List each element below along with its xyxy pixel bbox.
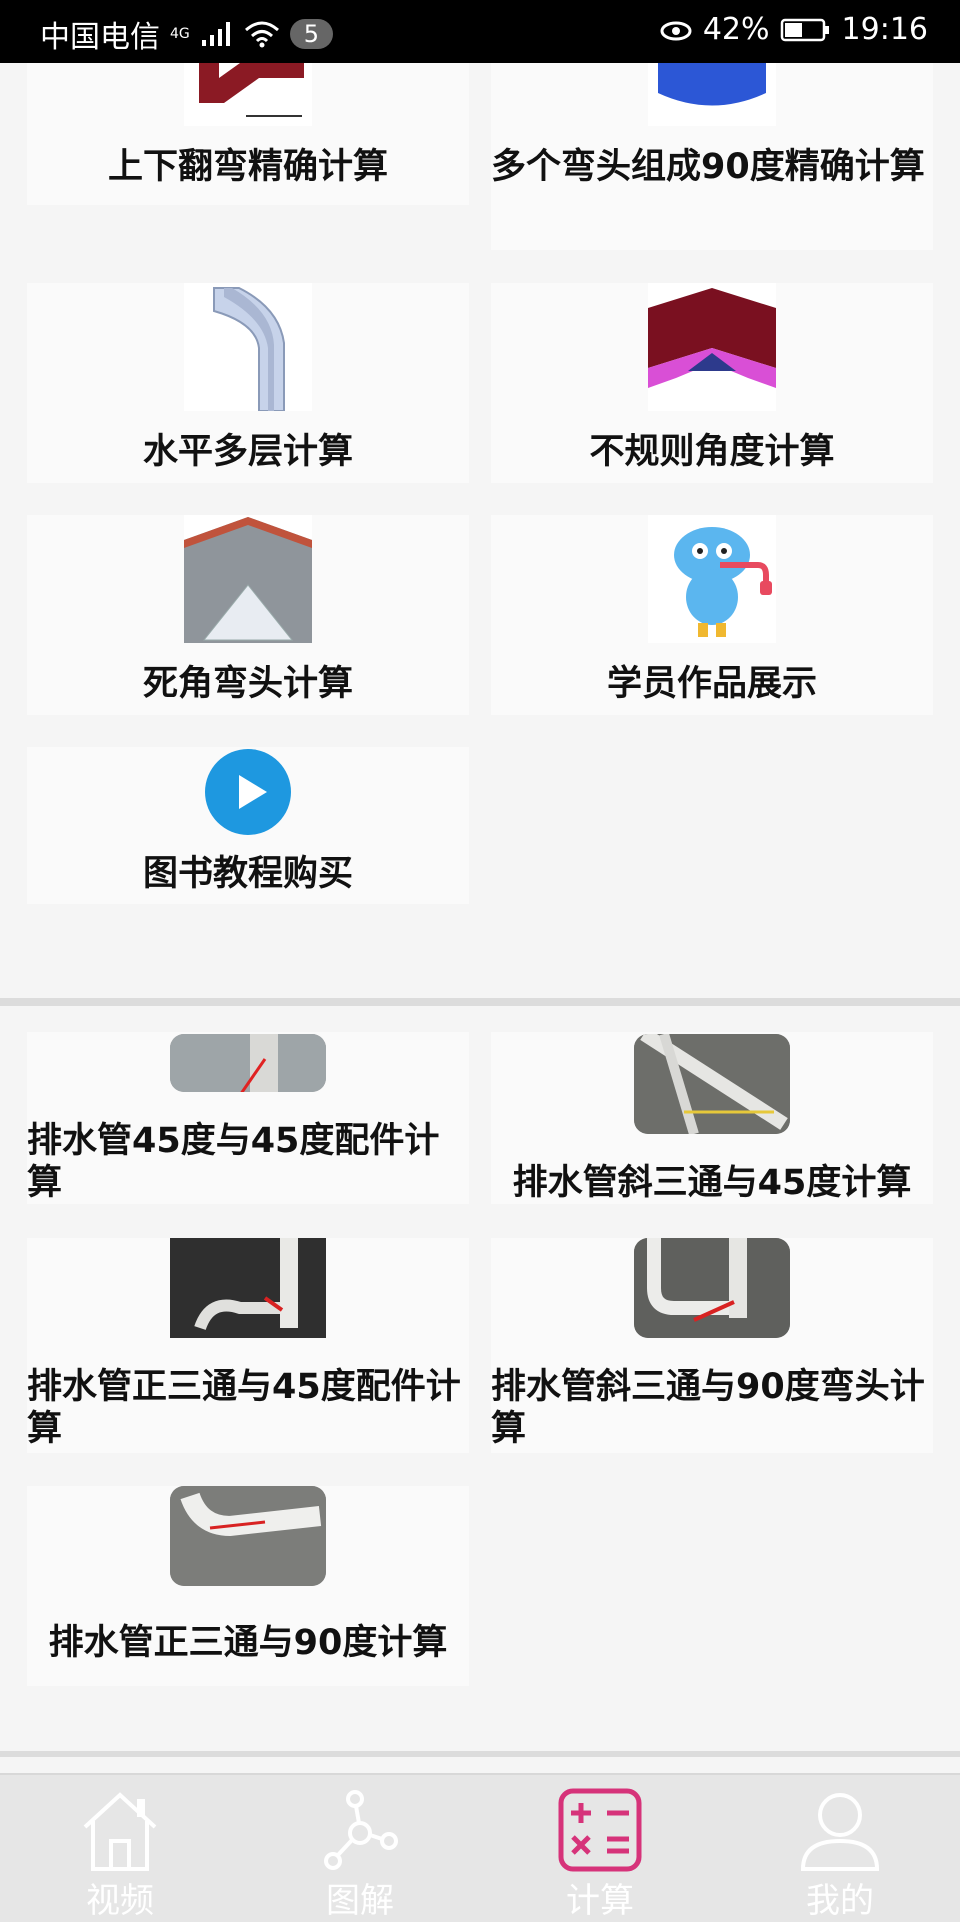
card-drain-tee-45[interactable]: 排水管正三通与45度配件计算 <box>27 1238 469 1453</box>
card-title: 水平多层计算 <box>142 432 353 472</box>
pipe-photo-3 <box>170 1238 326 1338</box>
student-mascot-icon <box>648 515 776 643</box>
card-title: 排水管正三通与45度配件计算 <box>27 1367 461 1449</box>
card-title: 学员作品展示 <box>606 664 817 704</box>
nav-mine[interactable]: 我的 <box>720 1775 960 1922</box>
card-multi-elbow[interactable]: 多个弯头组成90度精确计算 <box>491 63 933 250</box>
carrier-label: 中国电信 <box>40 20 160 55</box>
card-title: 上下翻弯精确计算 <box>107 147 388 187</box>
nav-label: 我的 <box>806 1881 874 1921</box>
battery-icon <box>780 18 829 41</box>
user-icon <box>800 1793 880 1871</box>
battery-percent: 42% <box>702 12 770 47</box>
diagram-icon <box>324 1790 398 1870</box>
calculation-list[interactable]: 上下翻弯精确计算 多个弯头组成90度精确计算 水平多层计算 不规则角度计算 死角… <box>0 63 960 1773</box>
play-icon <box>205 749 291 835</box>
card-title: 排水管正三通与90度计算 <box>48 1623 448 1663</box>
irregular-angle-diagram-icon <box>648 283 776 411</box>
nav-calculate[interactable]: 计算 <box>480 1775 720 1922</box>
card-dead-angle-elbow[interactable]: 死角弯头计算 <box>27 515 469 715</box>
bottom-navigation: 视频 图解 计算 我的 <box>0 1773 960 1922</box>
card-title: 死角弯头计算 <box>142 664 353 704</box>
card-title: 不规则角度计算 <box>589 432 835 472</box>
card-title: 排水管斜三通与90度弯头计算 <box>491 1367 925 1449</box>
card-title: 排水管45度与45度配件计算 <box>27 1121 440 1203</box>
dead-angle-elbow-diagram-icon <box>184 515 312 643</box>
section-divider <box>0 1751 960 1757</box>
offset-bend-diagram-icon <box>184 63 312 126</box>
horizontal-multilayer-diagram-icon <box>184 283 312 411</box>
card-student-works[interactable]: 学员作品展示 <box>491 515 933 715</box>
nav-label: 视频 <box>86 1881 154 1921</box>
calculator-icon <box>558 1788 642 1872</box>
pipe-photo-5 <box>170 1486 326 1586</box>
status-bar: 中国电信 4G 5 42% 19:16 <box>0 0 960 63</box>
eye-comfort-icon <box>660 21 692 40</box>
pipe-photo-1 <box>170 1034 326 1092</box>
card-drain-wye-45[interactable]: 排水管斜三通与45度计算 <box>491 1032 933 1204</box>
card-drain-tee-90[interactable]: 排水管正三通与90度计算 <box>27 1486 469 1686</box>
card-book-tutorial-purchase[interactable]: 图书教程购买 <box>27 747 469 904</box>
card-drain-wye-90[interactable]: 排水管斜三通与90度弯头计算 <box>491 1238 933 1453</box>
wifi-icon <box>244 21 279 48</box>
card-title: 排水管斜三通与45度计算 <box>512 1163 912 1203</box>
home-icon <box>83 1792 157 1871</box>
section-divider <box>0 998 960 1006</box>
signal-icon <box>201 22 230 46</box>
pipe-photo-2 <box>634 1034 790 1134</box>
play-icon-wrap <box>205 747 291 837</box>
card-title: 多个弯头组成90度精确计算 <box>491 147 925 187</box>
nav-label: 计算 <box>566 1881 634 1921</box>
nav-video[interactable]: 视频 <box>0 1775 240 1922</box>
card-irregular-angle[interactable]: 不规则角度计算 <box>491 283 933 483</box>
notification-badge: 5 <box>289 19 334 49</box>
nav-diagram[interactable]: 图解 <box>240 1775 480 1922</box>
card-offset-bend[interactable]: 上下翻弯精确计算 <box>27 63 469 205</box>
card-drain-45-45[interactable]: 排水管45度与45度配件计算 <box>27 1032 469 1204</box>
clock: 19:16 <box>841 12 928 47</box>
card-title: 图书教程购买 <box>142 854 353 894</box>
multi-elbow-diagram-icon <box>648 63 776 126</box>
pipe-photo-4 <box>634 1238 790 1338</box>
nav-label: 图解 <box>326 1881 394 1921</box>
network-type: 4G <box>170 26 190 42</box>
card-horizontal-multilayer[interactable]: 水平多层计算 <box>27 283 469 483</box>
